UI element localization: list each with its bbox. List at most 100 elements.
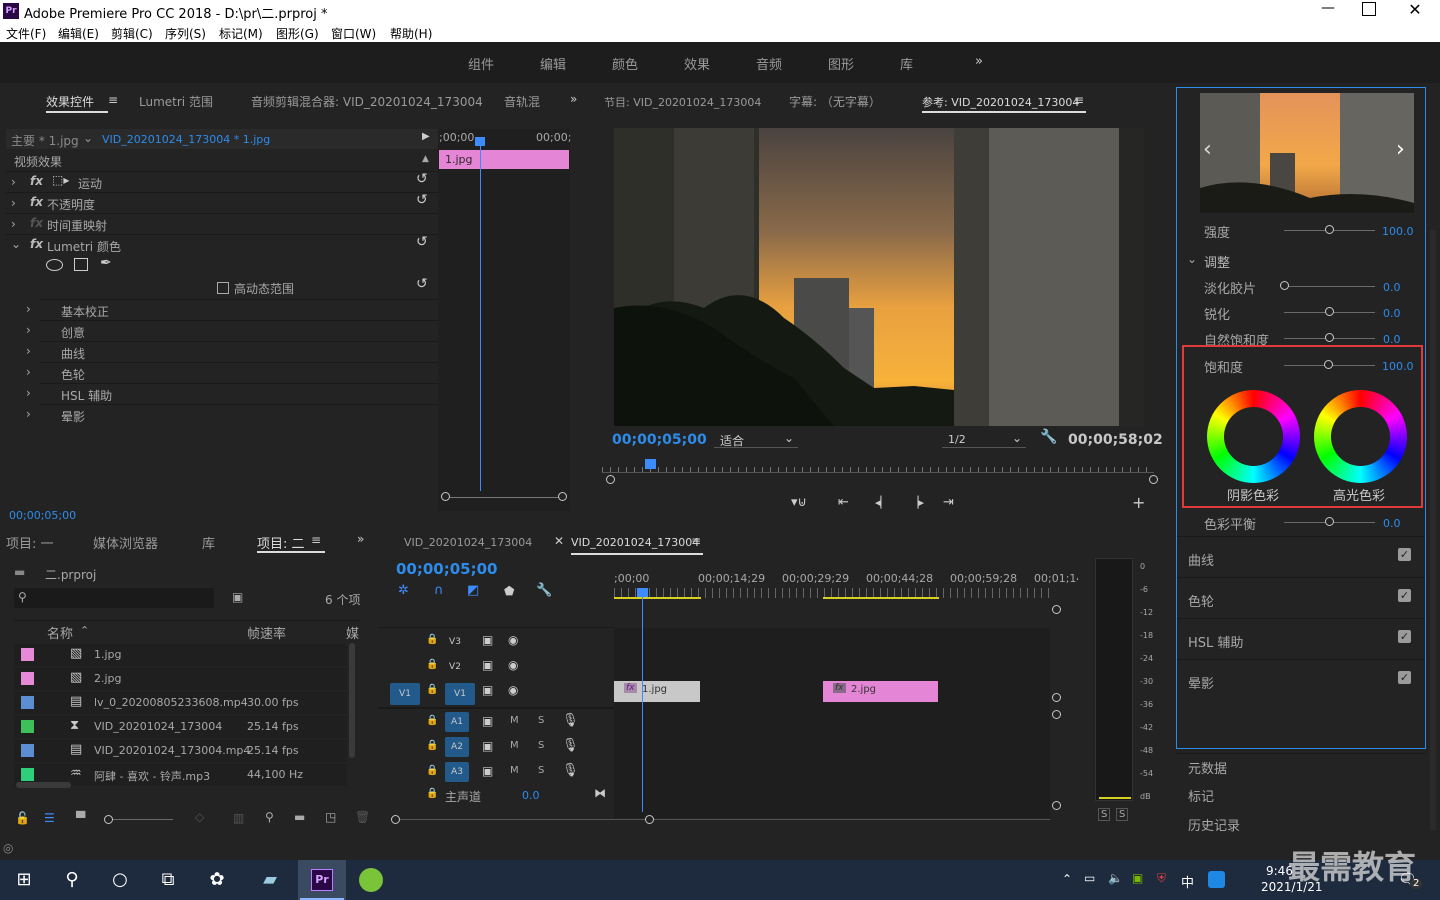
notepad-app-icon[interactable]: ▰ <box>258 869 282 891</box>
project-item[interactable]: ▧ 1.jpg <box>14 644 347 666</box>
timeline-clip-2[interactable]: fx 2.jpg <box>823 681 938 702</box>
program-video-frame[interactable] <box>614 128 1144 426</box>
lumetri-subsection-label[interactable]: HSL 辅助 <box>61 387 112 404</box>
step-forward-button[interactable]: ▕▸ <box>910 496 924 509</box>
master-track-value[interactable]: 0.0 <box>522 789 540 802</box>
project-search-input[interactable]: ⚲ <box>14 588 214 608</box>
project-item[interactable]: ▤ lv_0_20200805233608.mp4 30.00 fps <box>14 692 347 714</box>
solo-button[interactable]: S <box>538 715 544 726</box>
lumetri-slider-knob[interactable] <box>1325 307 1334 316</box>
tab-captions[interactable]: 字幕: （无字幕） <box>789 93 881 110</box>
panel-menu-icon[interactable]: ≡ <box>1074 93 1084 107</box>
marker-button[interactable]: ▾⊍ <box>791 495 807 510</box>
media-app-icon[interactable] <box>359 868 383 892</box>
pinwheel-app-icon[interactable]: ✿ <box>205 869 229 891</box>
tab-media-browser[interactable]: 媒体浏览器 <box>93 533 158 552</box>
intensity-value[interactable]: 100.0 <box>1382 225 1414 238</box>
mute-button[interactable]: M <box>510 740 519 751</box>
task-view-icon[interactable]: ⧉ <box>156 869 180 891</box>
lock-icon[interactable]: 🔒 <box>426 765 438 776</box>
workspace-graphics[interactable]: 图形 <box>828 54 854 73</box>
chevron-left-icon[interactable]: ‹ <box>1203 137 1212 162</box>
microphone-icon[interactable]: 🎙 <box>562 713 579 728</box>
tab-lumetri-scopes[interactable]: Lumetri 范围 <box>139 93 213 110</box>
resolution-dropdown[interactable]: 1/2 ⌄ <box>942 431 1026 448</box>
audio-track-target[interactable]: A2 <box>445 737 469 757</box>
menu-graphics[interactable]: 图形(G) <box>276 25 319 42</box>
section-enable-checkbox[interactable]: ✓ <box>1398 548 1411 561</box>
workspace-editing[interactable]: 编辑 <box>540 54 566 73</box>
label-color-swatch[interactable] <box>21 648 34 661</box>
toggle-sync-icon[interactable]: ▣ <box>482 683 493 697</box>
step-back-button[interactable]: ◂▏ <box>875 496 889 509</box>
menu-window[interactable]: 窗口(W) <box>331 25 376 42</box>
lock-icon[interactable]: 🔒 <box>426 659 438 670</box>
lumetri-section-label[interactable]: 色轮 <box>1188 591 1214 610</box>
snap-icon[interactable]: ∩ <box>434 583 444 598</box>
reset-icon[interactable]: ↺ <box>416 171 428 187</box>
lumetri-slider-knob[interactable] <box>1325 333 1334 342</box>
nest-icon[interactable]: ✲ <box>398 583 409 598</box>
microphone-icon[interactable]: 🎙 <box>562 738 579 753</box>
find-icon[interactable]: ⚲ <box>265 810 274 824</box>
workspace-color[interactable]: 颜色 <box>612 54 638 73</box>
workspace-more-button[interactable]: » <box>975 54 983 69</box>
tab-sequence-2[interactable]: VID_20201024_173004 <box>571 536 699 549</box>
collapse-icon[interactable]: ⌄ <box>1187 252 1197 266</box>
lock-icon[interactable]: 🔓 <box>15 811 30 825</box>
close-tab-icon[interactable]: ✕ <box>554 534 564 548</box>
metadata-panel[interactable]: 元数据 <box>1176 753 1426 779</box>
history-panel[interactable]: 历史记录 <box>1176 811 1426 837</box>
project-item[interactable]: ⧗ VID_20201024_173004 25.14 fps <box>14 716 347 738</box>
lumetri-subsection-label[interactable]: 曲线 <box>61 345 85 362</box>
zoom-right-handle[interactable] <box>645 815 654 824</box>
solo-button[interactable]: S <box>538 765 544 776</box>
timeline-zoom-bar[interactable] <box>396 819 1050 820</box>
fx-icon[interactable]: fx <box>30 237 43 251</box>
solo-right-button[interactable]: S <box>1116 808 1129 821</box>
program-scrubber[interactable] <box>602 459 1154 473</box>
source-patch-v1[interactable]: V1 <box>390 683 420 705</box>
project-item[interactable]: ▧ 2.jpg <box>14 668 347 690</box>
section-enable-checkbox[interactable]: ✓ <box>1398 630 1411 643</box>
effect-controls-timeline[interactable]: ;00;00 00;00; 1.jpg <box>438 129 571 511</box>
ime-indicator[interactable]: 中 <box>1181 872 1194 891</box>
track-target[interactable]: V1 <box>445 683 475 705</box>
windows-start-icon[interactable]: ⊞ <box>12 869 36 891</box>
lumetri-subsection-label[interactable]: 基本校正 <box>61 303 109 320</box>
label-color-swatch[interactable] <box>21 672 34 685</box>
project-item[interactable]: ▤ VID_20201024_173004.mp4 25.14 fps <box>14 740 347 762</box>
reset-icon[interactable]: ↺ <box>416 234 428 250</box>
automate-icon[interactable]: ▥ <box>233 811 244 825</box>
master-clip-label[interactable]: 主要 * 1.jpg <box>11 132 79 149</box>
fx-icon[interactable]: fx <box>30 174 43 188</box>
premiere-taskbar-icon[interactable]: Pr <box>311 869 333 891</box>
section-enable-checkbox[interactable]: ✓ <box>1398 671 1411 684</box>
toggle-sync-icon[interactable]: ▣ <box>482 764 493 778</box>
lumetri-subsection-label[interactable]: 创意 <box>61 324 85 341</box>
microphone-icon[interactable]: 🎙 <box>562 763 579 778</box>
new-item-icon[interactable]: ◳ <box>325 810 336 824</box>
workspace-assembly[interactable]: 组件 <box>468 54 494 73</box>
expand-icon[interactable]: › <box>11 217 16 231</box>
program-timecode[interactable]: 00;00;05;00 <box>612 432 707 448</box>
timeline-settings-icon[interactable]: 🔧 <box>536 583 552 598</box>
minimize-button[interactable]: — <box>1318 0 1338 22</box>
lumetri-subsection-label[interactable]: 色轮 <box>61 366 85 383</box>
column-media[interactable]: 媒 <box>346 623 359 642</box>
wrench-icon[interactable]: 🔧 <box>1040 429 1057 445</box>
menu-sequence[interactable]: 序列(S) <box>165 25 206 42</box>
fit-dropdown[interactable]: 适合 ⌄ <box>714 431 798 448</box>
scroll-up-icon[interactable]: ▲ <box>422 154 429 164</box>
tab-effect-controls[interactable]: 效果控件 <box>46 93 94 110</box>
toggle-sync-icon[interactable]: ▣ <box>482 658 493 672</box>
tab-libraries[interactable]: 库 <box>202 533 215 552</box>
highlight-tint-wheel[interactable] <box>1314 390 1407 483</box>
shadow-tint-wheel[interactable] <box>1207 390 1300 483</box>
go-to-out-button[interactable]: ⇥ <box>943 495 954 510</box>
project-hscrollbar[interactable] <box>16 782 71 788</box>
cortana-icon[interactable]: ○ <box>108 869 132 891</box>
lock-icon[interactable]: 🔒 <box>426 634 438 645</box>
lock-icon[interactable]: 🔒 <box>426 740 438 751</box>
saturation-slider[interactable] <box>1324 360 1333 369</box>
